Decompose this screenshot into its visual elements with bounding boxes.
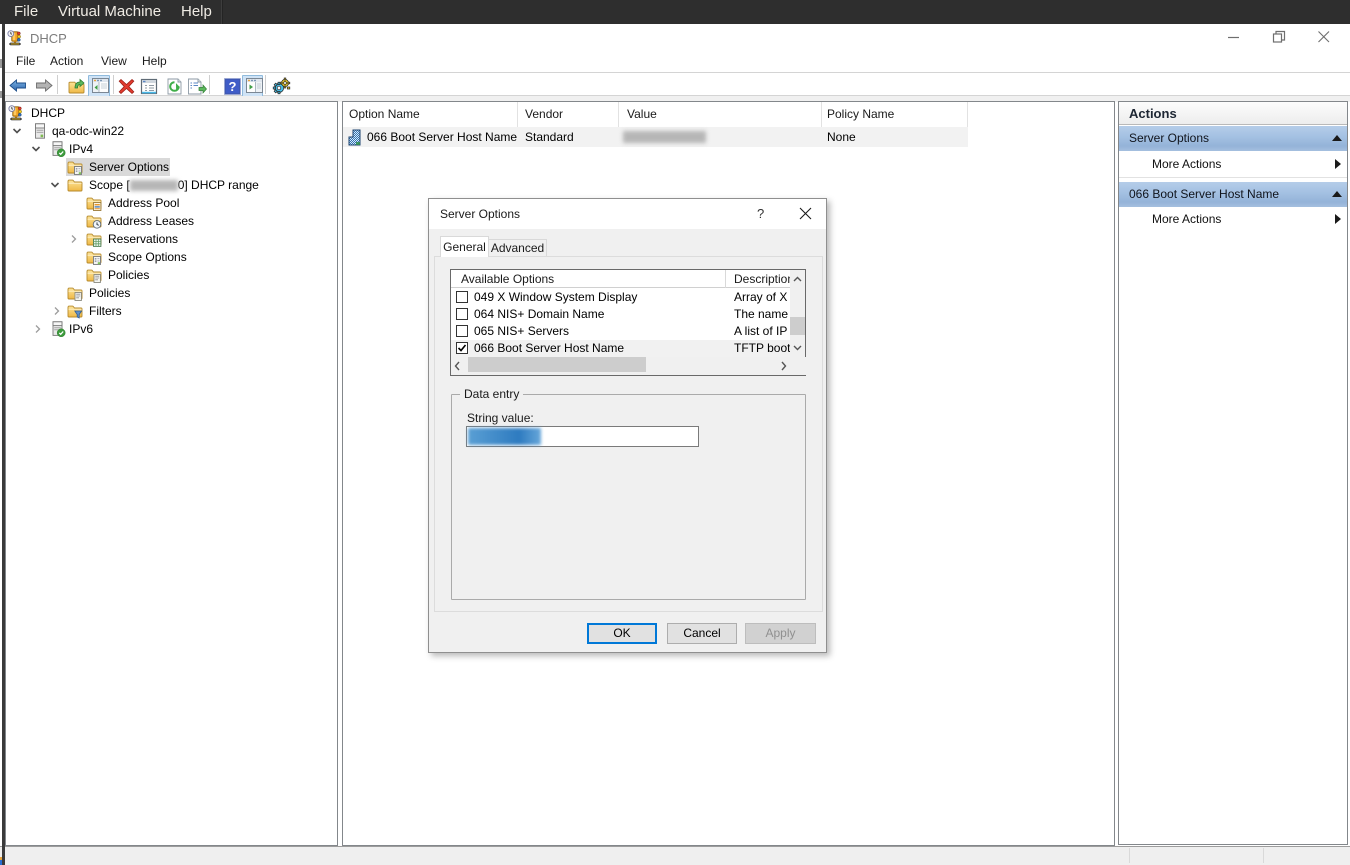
svg-text:?: ? — [229, 79, 237, 94]
